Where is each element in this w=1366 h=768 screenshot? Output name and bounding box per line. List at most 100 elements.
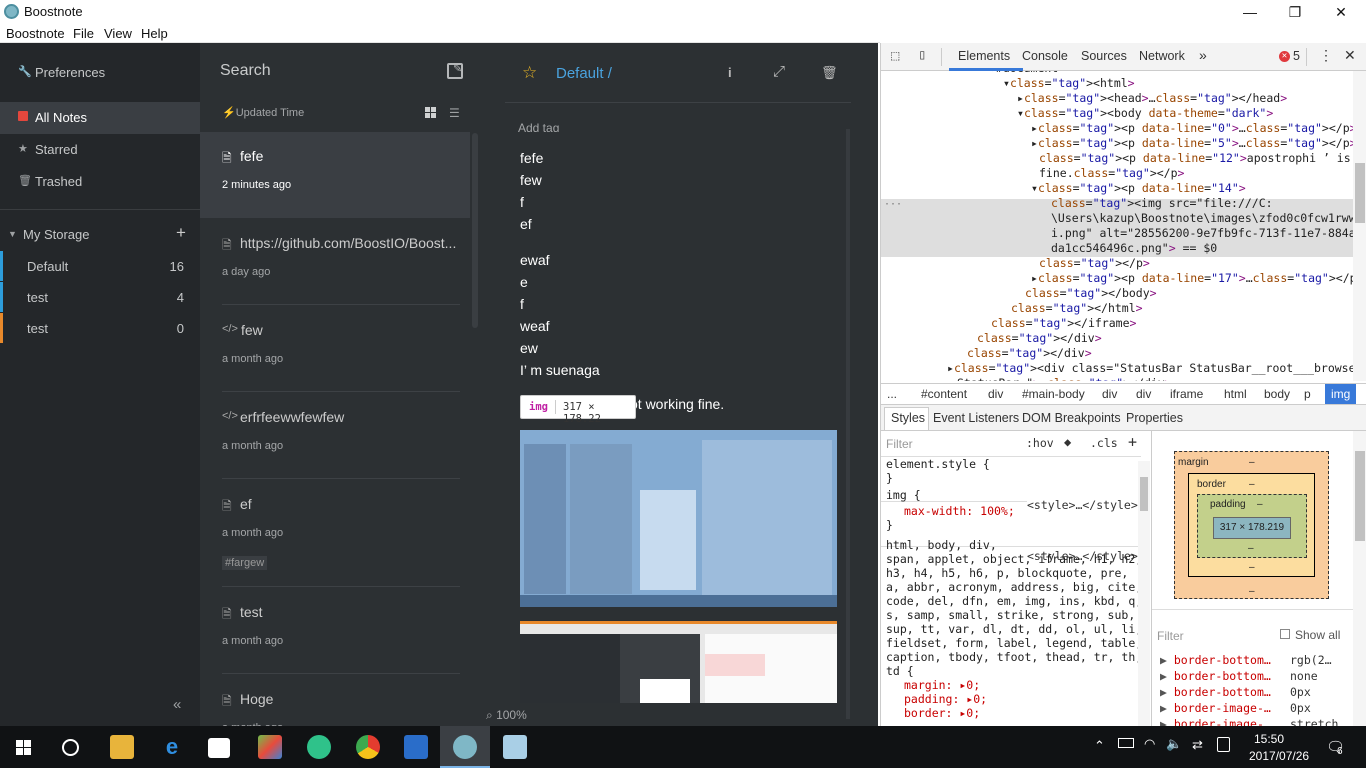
computed-row[interactable]: ▶ border-bottom… none	[1160, 669, 1350, 685]
clock-time[interactable]: 15:50	[1254, 732, 1284, 746]
chevron-up-icon[interactable]: ⌃	[1094, 738, 1105, 754]
app-icon[interactable]	[258, 735, 282, 759]
wifi-icon[interactable]: ◠	[1144, 736, 1155, 752]
computed-filter-input[interactable]: Filter	[1157, 629, 1184, 643]
style-line[interactable]: element.style {	[886, 457, 990, 471]
dom-node-line[interactable]: fine.class="tag"></p>	[881, 166, 1353, 181]
breadcrumb-item[interactable]: body	[1264, 387, 1290, 401]
dom-node-line[interactable]: ▸class="tag"><head>…class="tag"></head>	[881, 91, 1353, 106]
computed-row[interactable]: ▶ border-image-… 0px	[1160, 701, 1350, 717]
style-line[interactable]: }	[886, 518, 893, 532]
clock-date[interactable]: 2017/07/26	[1249, 749, 1309, 763]
style-line[interactable]: html, body, div,	[886, 538, 997, 552]
style-line[interactable]: caption, tbody, tfoot, thead, tr, th,	[886, 650, 1142, 664]
chrome-icon[interactable]	[356, 735, 380, 759]
breadcrumb-item[interactable]: #content	[921, 387, 967, 401]
style-line[interactable]: margin: ▸0;	[904, 678, 980, 692]
style-line[interactable]: a, abbr, acronym, address, big, cite,	[886, 580, 1142, 594]
search-input[interactable]: Search	[220, 62, 271, 80]
menu-boostnote[interactable]: Boostnote	[6, 26, 65, 41]
sidebar-item-starred[interactable]: ★ Starred	[0, 134, 200, 166]
style-line[interactable]: padding: ▸0;	[904, 692, 987, 706]
battery-icon[interactable]	[1118, 738, 1134, 748]
dom-node-line[interactable]: i.png" alt="28556200-9e7fb9fc-713f-11e7-…	[881, 226, 1353, 241]
tab-event-listeners[interactable]: Event Listeners	[933, 411, 1019, 425]
style-line[interactable]: max-width: 100%;	[904, 504, 1015, 518]
style-line[interactable]: fieldset, form, label, legend, table,	[886, 636, 1142, 650]
add-rule-icon[interactable]: +	[1128, 433, 1137, 451]
keyboard-icon[interactable]	[1217, 737, 1230, 752]
storage-header[interactable]: ▼ My Storage +	[0, 219, 200, 251]
restore-button[interactable]: ❐	[1285, 2, 1305, 22]
breadcrumb-item[interactable]: div	[1102, 387, 1117, 401]
dom-node-line[interactable]: ▸class="tag"><p data-line="17">…class="t…	[881, 271, 1353, 286]
more-tabs-icon[interactable]: »	[1199, 47, 1207, 63]
menu-kebab-icon[interactable]: ⋮	[1319, 47, 1333, 64]
dom-node-line[interactable]: da1cc546496c.png"> == $0	[881, 241, 1353, 256]
note-item[interactable]: 🗎 ef a month ago #fargew	[200, 480, 470, 587]
dom-node-line[interactable]: class="tag"></iframe>	[881, 316, 1353, 331]
scrollbar[interactable]	[1353, 431, 1366, 726]
fullscreen-icon[interactable]: ⤢	[773, 63, 785, 80]
dom-node-line[interactable]: class="tag"></p>	[881, 256, 1353, 271]
close-devtools-icon[interactable]: ✕	[1344, 47, 1356, 64]
dom-node-line[interactable]: ▸class="tag"><p data-line="0">…class="ta…	[881, 121, 1353, 136]
powershell-icon[interactable]	[404, 735, 428, 759]
dom-node-line[interactable]: ▸class="tag"><p data-line="5">…class="ta…	[881, 136, 1353, 151]
note-image-highlighted[interactable]	[520, 430, 837, 607]
scrollbar[interactable]	[1138, 461, 1150, 726]
zoom-control[interactable]: ⌕ 100%	[486, 708, 527, 723]
scrollbar[interactable]	[846, 129, 850, 719]
tag-input[interactable]: Add tag	[518, 120, 848, 132]
folder-breadcrumb[interactable]: Default /	[556, 65, 612, 82]
menu-view[interactable]: View	[104, 26, 132, 41]
dom-node-line[interactable]: ▾class="tag"><p data-line="14">	[881, 181, 1353, 196]
note-item[interactable]: </> erfrfeewwfewfew a month ago	[200, 393, 470, 479]
input-icon[interactable]: ⇄	[1192, 737, 1203, 753]
tab-properties[interactable]: Properties	[1126, 411, 1183, 425]
breadcrumb-item[interactable]: img	[1325, 384, 1357, 404]
info-icon[interactable]: i	[728, 65, 732, 80]
folder-test-2[interactable]: test 0	[0, 313, 200, 343]
tab-network[interactable]: Network	[1139, 49, 1185, 63]
dom-node-line[interactable]: ▸class="tag"><div class="StatusBar Statu…	[881, 361, 1353, 376]
hov-toggle[interactable]: :hov	[1026, 436, 1054, 450]
style-line[interactable]: s, samp, small, strike, strong, sub,	[886, 608, 1135, 622]
error-count[interactable]: 5	[1293, 49, 1300, 63]
menu-file[interactable]: File	[73, 26, 94, 41]
style-line[interactable]: td {	[886, 664, 914, 678]
style-source-link[interactable]: <style>…</style>	[1027, 498, 1138, 512]
menu-help[interactable]: Help	[141, 26, 168, 41]
note-item[interactable]: 🗎 fefe 2 minutes ago	[200, 132, 470, 218]
tab-dom-breakpoints[interactable]: DOM Breakpoints	[1022, 411, 1121, 425]
collapse-sidebar-button[interactable]: «	[173, 696, 181, 713]
file-explorer-icon[interactable]	[110, 735, 134, 759]
dom-node-line[interactable]: class="tag"></body>	[881, 286, 1353, 301]
dom-node-line[interactable]: ▾class="tag"><html>	[881, 76, 1353, 91]
computed-row[interactable]: ▶ border-bottom… rgb(2…	[1160, 653, 1350, 669]
style-line[interactable]: code, del, dfn, em, img, ins, kbd, q,	[886, 594, 1142, 608]
style-line[interactable]: h3, h4, h5, h6, p, blockquote, pre,	[886, 566, 1128, 580]
breadcrumb-item[interactable]: ...	[887, 387, 897, 401]
tab-sources[interactable]: Sources	[1081, 49, 1127, 63]
breadcrumb-item[interactable]: html	[1224, 387, 1247, 401]
note-image[interactable]	[520, 621, 837, 703]
dom-node-line[interactable]: ▾class="tag"><body data-theme="dark">	[881, 106, 1353, 121]
breadcrumb-item[interactable]: #main-body	[1022, 387, 1085, 401]
computed-row[interactable]: ▶ border-bottom… 0px	[1160, 685, 1350, 701]
trash-icon[interactable]: 🗑	[821, 65, 838, 81]
style-line[interactable]: sup, tt, var, dl, dt, dd, ol, ul, li,	[886, 622, 1142, 636]
note-item[interactable]: </> few a month ago	[200, 306, 470, 392]
scrollbar[interactable]	[1353, 71, 1366, 381]
note-item[interactable]: 🗎 https://github.com/BoostIO/Boost... a …	[200, 219, 470, 305]
style-line[interactable]: img {	[886, 488, 921, 502]
breadcrumb-item[interactable]: div	[988, 387, 1003, 401]
tab-console[interactable]: Console	[1022, 49, 1068, 63]
cortana-icon[interactable]	[62, 739, 79, 756]
edge-icon[interactable]: e	[160, 735, 184, 759]
cls-toggle[interactable]: .cls	[1090, 436, 1118, 450]
dom-node-line[interactable]: \Users\kazup\Boostnote\images\zfod0c0fcw…	[881, 211, 1353, 226]
store-icon[interactable]	[208, 738, 230, 758]
sort-button[interactable]: ⚡Updated Time	[222, 106, 304, 119]
dom-node-line[interactable]: StatusBar-">…class="tag"></div>	[881, 376, 1353, 381]
